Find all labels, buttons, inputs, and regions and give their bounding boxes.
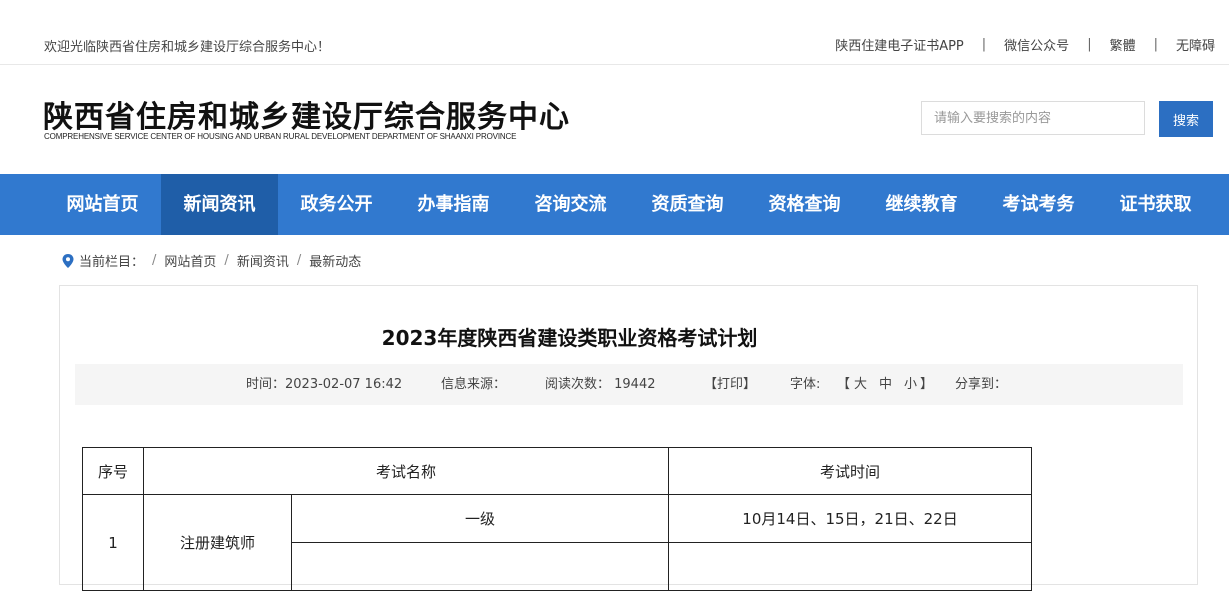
top-link-separator: | xyxy=(1153,37,1158,52)
exam-level-cell xyxy=(291,542,669,591)
site-subtitle: COMPREHENSIVE SERVICE CENTER OF HOUSING … xyxy=(44,132,517,141)
top-link-separator: | xyxy=(981,37,987,52)
nav-item-qualification-query[interactable]: 资质查询 xyxy=(629,174,746,235)
location-pin-icon xyxy=(62,253,74,268)
nav-item-certification-query[interactable]: 资格查询 xyxy=(746,174,863,235)
nav-item-news[interactable]: 新闻资讯 xyxy=(161,174,278,235)
exam-time-cell: 10月14日、15日，21日、22日 xyxy=(668,494,1032,543)
font-large-button[interactable]: 大 xyxy=(854,364,867,405)
header-cell-name: 考试名称 xyxy=(143,447,669,495)
table-row: 1 注册建筑师 一级 10月14日、15日，21日、22日 xyxy=(82,494,1032,591)
nav-item-exam-affairs[interactable]: 考试考务 xyxy=(980,174,1097,235)
traditional-chinese-link[interactable]: 繁體 xyxy=(1110,35,1136,54)
article-meta-bar: 时间：2023-02-07 16:42 信息来源： 阅读次数： 19442 【打… xyxy=(75,364,1183,405)
breadcrumb-latest[interactable]: 最新动态 xyxy=(309,251,361,270)
article-title: 2023年度陕西省建设类职业资格考试计划 xyxy=(381,326,758,350)
breadcrumb: 当前栏目： / 网站首页 / 新闻资讯 / 最新动态 xyxy=(62,251,361,270)
nav-item-certificate[interactable]: 证书获取 xyxy=(1097,174,1214,235)
font-small-button[interactable]: 小 xyxy=(904,364,917,405)
header-cell-no: 序号 xyxy=(82,447,144,495)
share-label: 分享到： xyxy=(955,377,1008,392)
welcome-text: 欢迎光临陕西省住房和城乡建设厅综合服务中心！ xyxy=(44,40,331,55)
publish-time: 时间：2023-02-07 16:42 xyxy=(246,377,403,392)
nav-item-service-guide[interactable]: 办事指南 xyxy=(395,174,512,235)
ecert-app-link[interactable]: 陕西住建电子证书APP xyxy=(835,35,964,54)
accessibility-link[interactable]: 无障碍 xyxy=(1176,35,1215,54)
main-nav: 网站首页 新闻资讯 政务公开 办事指南 咨询交流 资质查询 资格查询 继续教育 … xyxy=(0,174,1229,235)
info-source: 信息来源： xyxy=(441,377,507,392)
nav-item-home[interactable]: 网站首页 xyxy=(44,174,161,235)
read-count: 阅读次数： 19442 xyxy=(545,377,656,392)
font-size-label: 字体: xyxy=(790,377,821,392)
site-title[interactable]: 陕西省住房和城乡建设厅综合服务中心 xyxy=(43,92,570,136)
breadcrumb-separator: / xyxy=(224,253,229,268)
nav-item-consultation[interactable]: 咨询交流 xyxy=(512,174,629,235)
font-bracket-open: 【 xyxy=(837,377,851,392)
row-number-cell: 1 xyxy=(82,494,144,591)
font-bracket-close: 】 xyxy=(920,377,934,392)
top-link-separator: | xyxy=(1087,37,1092,52)
breadcrumb-home[interactable]: 网站首页 xyxy=(164,251,216,270)
table-header-row: 序号 考试名称 考试时间 xyxy=(82,447,1032,495)
header-cell-time: 考试时间 xyxy=(668,447,1032,495)
nav-item-government-affairs[interactable]: 政务公开 xyxy=(278,174,395,235)
wechat-link[interactable]: 微信公众号 xyxy=(1004,35,1069,54)
print-button[interactable]: 【打印】 xyxy=(704,364,756,405)
exam-time-cell xyxy=(668,542,1032,591)
exam-level-cell: 一级 xyxy=(291,494,669,543)
breadcrumb-label: 当前栏目： xyxy=(79,255,145,270)
nav-item-continuing-education[interactable]: 继续教育 xyxy=(863,174,980,235)
exam-schedule-table: 序号 考试名称 考试时间 1 注册建筑师 一级 10月14日、15日，21日、2… xyxy=(82,447,1032,591)
top-links: 陕西住建电子证书APP | 微信公众号 | 繁體 | 无障碍 xyxy=(835,35,1215,54)
top-bar: 欢迎光临陕西省住房和城乡建设厅综合服务中心！ 陕西住建电子证书APP | 微信公… xyxy=(0,0,1229,65)
search-input[interactable] xyxy=(921,101,1145,135)
search-button[interactable]: 搜索 xyxy=(1159,101,1213,137)
breadcrumb-news[interactable]: 新闻资讯 xyxy=(237,251,289,270)
font-medium-button[interactable]: 中 xyxy=(879,364,892,405)
breadcrumb-separator: / xyxy=(152,253,157,268)
exam-name-cell: 注册建筑师 xyxy=(143,494,292,591)
breadcrumb-separator: / xyxy=(296,253,302,268)
